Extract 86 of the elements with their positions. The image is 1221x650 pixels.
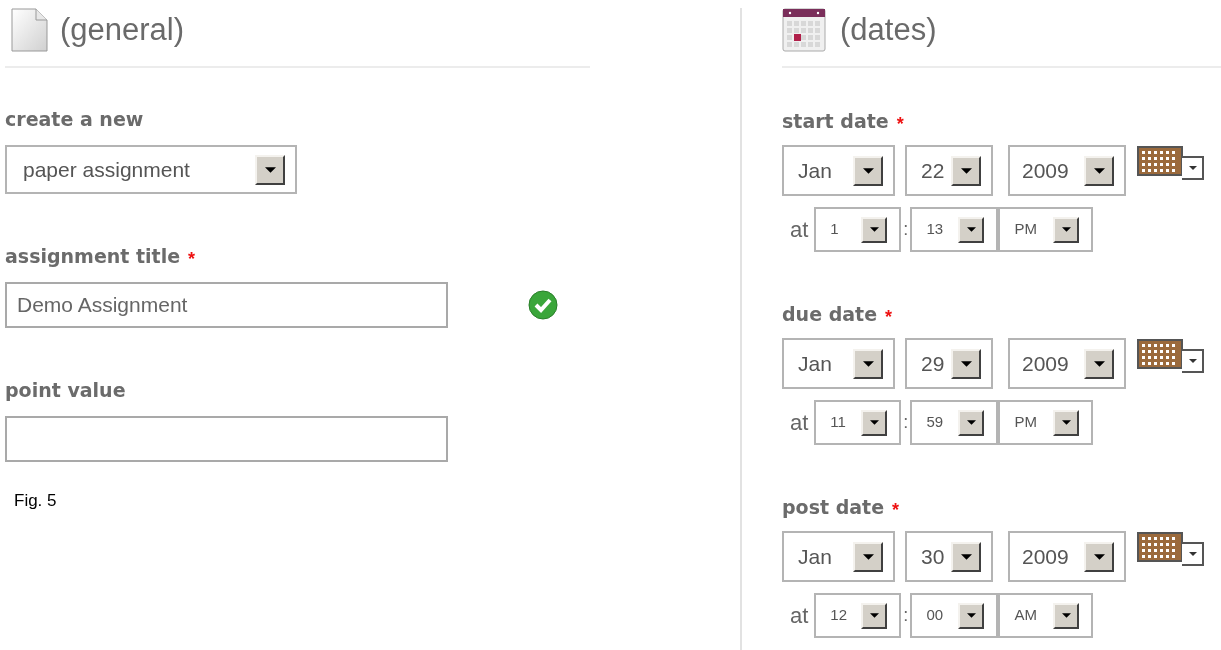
caret-icon <box>960 360 972 367</box>
calendar-icon <box>782 8 826 52</box>
section-title: (dates) <box>840 10 937 49</box>
dropdown-button[interactable] <box>853 348 883 379</box>
dropdown-button[interactable] <box>1084 541 1114 572</box>
select-field[interactable]: paper assignment <box>5 145 297 194</box>
dropdown-button[interactable] <box>951 155 981 186</box>
required-mark: * <box>896 112 904 136</box>
calendar-icon <box>1137 146 1205 180</box>
caret-icon <box>862 360 874 367</box>
select-field[interactable]: 22 <box>905 145 993 196</box>
caret-icon <box>966 227 976 232</box>
select-field[interactable]: PM <box>998 207 1094 252</box>
select-field[interactable]: 11 <box>814 400 902 445</box>
dropdown-button[interactable] <box>861 409 888 436</box>
caret-icon <box>869 613 879 618</box>
dropdown-button[interactable] <box>958 216 985 243</box>
caret-icon <box>869 420 879 425</box>
calendar-button[interactable] <box>1137 339 1205 373</box>
caret-icon <box>960 553 972 560</box>
at-label: at <box>790 216 809 244</box>
section-title: (general) <box>60 10 185 49</box>
field-label: create a new <box>5 106 144 132</box>
calendar-button[interactable] <box>1137 532 1205 566</box>
caret-icon <box>1061 613 1071 618</box>
dropdown-button[interactable] <box>861 216 888 243</box>
select-field[interactable]: 29 <box>905 338 993 389</box>
dropdown-button[interactable] <box>861 602 888 629</box>
select-field[interactable]: 30 <box>905 531 993 582</box>
calendar-button[interactable] <box>1137 146 1205 180</box>
dropdown-button[interactable] <box>1084 348 1114 379</box>
calendar-icon <box>1137 339 1205 373</box>
dropdown-button[interactable] <box>1053 409 1080 436</box>
select-field[interactable]: AM <box>998 593 1094 638</box>
dropdown-button[interactable] <box>853 541 883 572</box>
dropdown-button[interactable] <box>951 348 981 379</box>
caret-icon <box>1093 167 1105 174</box>
caret-icon <box>966 613 976 618</box>
caret-icon <box>1061 420 1071 425</box>
required-mark: * <box>885 305 893 329</box>
select-field[interactable]: 2009 <box>1008 531 1126 582</box>
select-field[interactable]: 1 <box>814 207 902 252</box>
select-field[interactable]: 2009 <box>1008 145 1126 196</box>
field-label: due date <box>782 301 878 327</box>
select-field[interactable]: 2009 <box>1008 338 1126 389</box>
at-label: at <box>790 602 809 630</box>
required-mark: * <box>188 247 196 271</box>
time-separator: : <box>903 218 909 241</box>
select-field[interactable]: Jan <box>782 338 895 389</box>
select-field[interactable]: Jan <box>782 531 895 582</box>
at-label: at <box>790 409 809 437</box>
field-label: post date <box>782 494 885 520</box>
dropdown-button[interactable] <box>958 409 985 436</box>
select-field[interactable]: 13 <box>910 207 999 252</box>
calendar-icon <box>1137 532 1205 566</box>
select-field[interactable]: 00 <box>910 593 999 638</box>
dropdown-button[interactable] <box>1053 216 1080 243</box>
caret-icon <box>264 166 276 173</box>
document-icon <box>11 8 48 52</box>
time-separator: : <box>903 411 909 434</box>
caret-icon <box>862 167 874 174</box>
select-field[interactable]: PM <box>998 400 1094 445</box>
select-field[interactable]: 59 <box>910 400 999 445</box>
caret-icon <box>966 420 976 425</box>
dropdown-button[interactable] <box>1084 155 1114 186</box>
text-input[interactable] <box>5 416 448 462</box>
caret-icon <box>1093 360 1105 367</box>
select-field[interactable]: 12 <box>814 593 902 638</box>
dropdown-button[interactable] <box>958 602 985 629</box>
caret-icon <box>960 167 972 174</box>
caret-icon <box>869 227 879 232</box>
dropdown-button[interactable] <box>951 541 981 572</box>
text-input[interactable]: Demo Assignment <box>5 282 448 328</box>
figure-caption: Fig. 5 <box>14 490 57 512</box>
dropdown-button[interactable] <box>255 154 285 185</box>
field-label: assignment title <box>5 243 181 269</box>
field-label: start date <box>782 108 889 134</box>
caret-icon <box>1061 227 1071 232</box>
select-field[interactable]: Jan <box>782 145 895 196</box>
required-mark: * <box>892 498 900 522</box>
field-label: point value <box>5 377 126 403</box>
caret-icon <box>862 553 874 560</box>
dropdown-button[interactable] <box>1053 602 1080 629</box>
dropdown-button[interactable] <box>853 155 883 186</box>
time-separator: : <box>903 604 909 627</box>
caret-icon <box>1093 553 1105 560</box>
